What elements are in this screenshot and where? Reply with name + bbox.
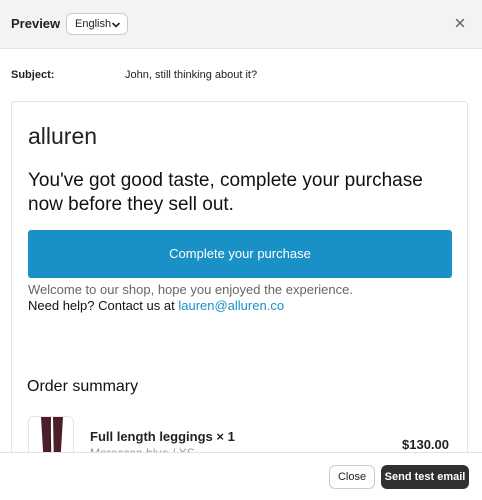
preview-modal: Preview English Subject: John, still thi… bbox=[0, 0, 482, 500]
order-summary-title: Order summary bbox=[27, 378, 139, 395]
modal-header: Preview English bbox=[0, 0, 482, 49]
help-email-link[interactable]: lauren@alluren.co bbox=[178, 298, 284, 313]
email-preview: alluren You've got good taste, complete … bbox=[11, 101, 468, 500]
subject-value: John, still thinking about it? bbox=[125, 69, 258, 81]
chevron-down-icon bbox=[112, 22, 120, 28]
complete-purchase-button[interactable]: Complete your purchase bbox=[28, 230, 452, 278]
modal-title: Preview bbox=[11, 16, 61, 31]
item-price: $130.00 bbox=[402, 437, 449, 452]
help-text: Need help? Contact us at lauren@alluren.… bbox=[28, 298, 284, 313]
complete-purchase-label: Complete your purchase bbox=[169, 246, 311, 261]
modal-footer: Close Send test email bbox=[0, 452, 482, 500]
item-name: Full length leggings × 1 bbox=[90, 429, 235, 444]
send-test-email-button[interactable]: Send test email bbox=[381, 465, 469, 489]
brand-name: alluren bbox=[28, 123, 98, 149]
close-button[interactable]: Close bbox=[329, 465, 375, 489]
welcome-text: Welcome to our shop, hope you enjoyed th… bbox=[28, 282, 353, 297]
language-select-value: English bbox=[75, 18, 112, 30]
email-headline: You've got good taste, complete your pur… bbox=[28, 170, 423, 215]
subject-label: Subject: bbox=[11, 69, 55, 81]
close-icon[interactable] bbox=[453, 16, 467, 30]
language-select[interactable]: English bbox=[66, 13, 128, 35]
help-prefix: Need help? Contact us at bbox=[28, 298, 175, 313]
